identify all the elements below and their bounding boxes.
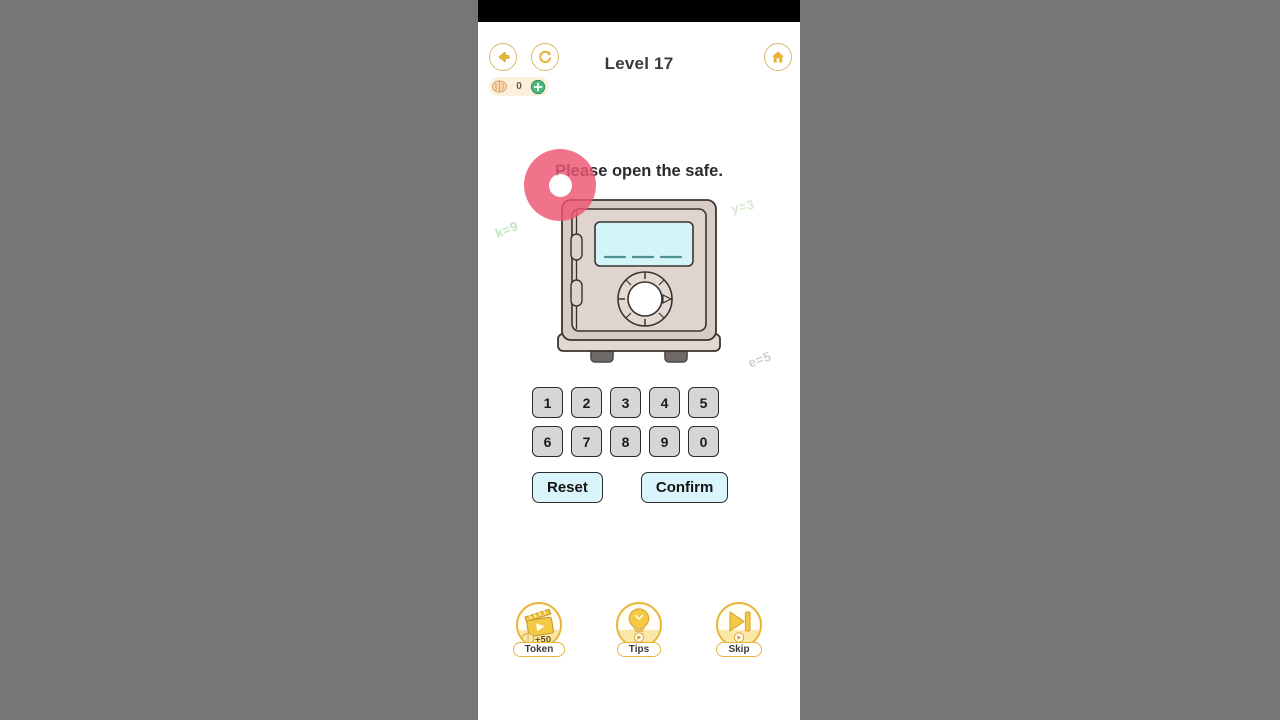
key-7[interactable]: 7 (571, 426, 602, 457)
key-1[interactable]: 1 (532, 387, 563, 418)
key-4[interactable]: 4 (649, 387, 680, 418)
skip-button[interactable]: Skip (711, 602, 767, 657)
game-stage: Please open the safe. k=9 y=3 e=5 1 2 3 … (478, 104, 800, 720)
status-bar (478, 0, 800, 22)
phone-viewport: Level 17 0 Please open the safe. k=9 y=3… (478, 0, 800, 720)
keypad-row-1: 1 2 3 4 5 (532, 387, 746, 418)
safe-graphic[interactable] (549, 194, 729, 374)
touch-indicator (524, 149, 596, 221)
skip-forward-icon (718, 604, 760, 646)
keypad-row-2: 6 7 8 9 0 (532, 426, 746, 457)
key-6[interactable]: 6 (532, 426, 563, 457)
token-label: Token (512, 642, 566, 657)
brain-icon (491, 78, 508, 95)
key-2[interactable]: 2 (571, 387, 602, 418)
key-0[interactable]: 0 (688, 426, 719, 457)
confirm-button[interactable]: Confirm (640, 472, 729, 503)
hint-k: k=9 (493, 218, 521, 241)
skip-label: Skip (716, 642, 762, 657)
page-title: Level 17 (604, 54, 674, 73)
backdrop-right (800, 0, 1280, 720)
video-clapper-icon: +50 (518, 604, 560, 646)
coin-counter[interactable]: 0 (489, 77, 549, 96)
tips-button[interactable]: Tips (611, 602, 667, 657)
key-3[interactable]: 3 (610, 387, 641, 418)
key-5[interactable]: 5 (688, 387, 719, 418)
plus-icon[interactable] (530, 79, 546, 95)
hint-y: y=3 (729, 196, 756, 217)
reset-button[interactable]: Reset (532, 472, 603, 503)
lightbulb-icon (618, 604, 660, 646)
token-button[interactable]: +50 Token (511, 602, 567, 657)
tool-bar: +50 Token Tips Skip (478, 602, 800, 657)
key-8[interactable]: 8 (610, 426, 641, 457)
coin-count-value: 0 (516, 81, 522, 92)
tips-label: Tips (616, 642, 662, 657)
key-9[interactable]: 9 (649, 426, 680, 457)
top-bar: Level 17 0 (478, 22, 800, 104)
hint-e: e=5 (746, 348, 774, 371)
number-keypad: 1 2 3 4 5 6 7 8 9 0 (532, 387, 746, 465)
backdrop-left (0, 0, 478, 720)
action-buttons: Reset Confirm (532, 472, 746, 503)
